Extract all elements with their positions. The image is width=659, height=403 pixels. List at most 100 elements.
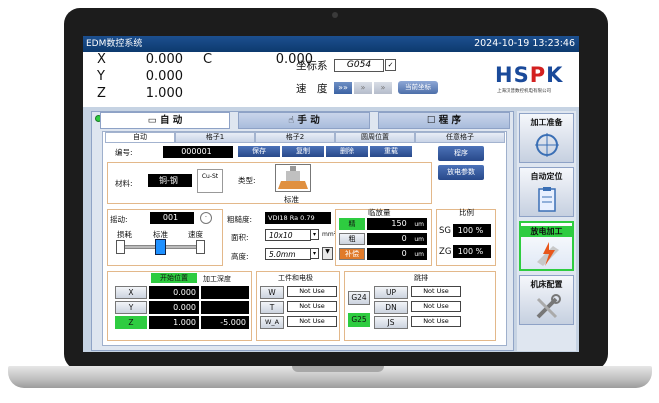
area-label: 面积: xyxy=(231,233,249,242)
height-label: 高度: xyxy=(231,252,249,261)
ratio-sg-value[interactable]: 100 % xyxy=(453,224,491,237)
app-title: EDM数控系统 xyxy=(86,39,143,49)
menu-auto-locate[interactable]: 自动定位 xyxy=(519,167,574,217)
material-value[interactable]: 铜-钢 xyxy=(148,174,192,187)
electrode-type-icon[interactable] xyxy=(275,164,311,192)
axis-z-button[interactable]: Z xyxy=(115,316,147,329)
coord-system-select[interactable]: G054 xyxy=(334,59,384,72)
logo-text-a: HS xyxy=(495,63,530,87)
start-z-value[interactable]: 1.000 xyxy=(149,316,199,329)
number-value[interactable]: 000001 xyxy=(163,146,233,158)
chevron-down-icon[interactable]: ▾ xyxy=(310,229,319,240)
jump-up-button[interactable]: UP xyxy=(374,286,408,299)
jump-up-value[interactable]: Not Use xyxy=(411,286,461,297)
subtab-grid1[interactable]: 格子1 xyxy=(175,132,255,143)
tab-program-label: 程 序 xyxy=(438,115,462,126)
ratio-zg-value[interactable]: 100 % xyxy=(453,245,491,258)
height-tool-icon[interactable]: ▼ xyxy=(322,247,333,260)
allowance-fine-unit: um xyxy=(414,221,424,228)
jump-dn-value[interactable]: Not Use xyxy=(411,301,461,312)
jump-title: 跳排 xyxy=(414,274,428,282)
speed-mid-button[interactable]: » xyxy=(354,82,372,94)
allowance-rough-unit: um xyxy=(414,236,424,243)
menu-discharge[interactable]: 放电加工 xyxy=(519,221,574,271)
subtab-circle-pos[interactable]: 圆周位置 xyxy=(335,132,415,143)
subtab-any-grid[interactable]: 任意格子 xyxy=(415,132,505,143)
chevron-down-icon[interactable]: ▾ xyxy=(310,248,319,259)
save-button[interactable]: 保存 xyxy=(238,146,280,157)
tab-auto[interactable]: ▭ 自 动 xyxy=(100,112,230,129)
speed-fast-button[interactable]: »» xyxy=(334,82,352,94)
coordinate-panel: X 0.000 Y 0.000 Z 1.000 C 0.000 坐标系 G054… xyxy=(83,52,579,107)
tab-manual[interactable]: ☝ 手 动 xyxy=(238,112,370,129)
allowance-rough-label[interactable]: 粗 xyxy=(339,233,365,245)
g24-button[interactable]: G24 xyxy=(348,291,370,305)
workpiece-w-value[interactable]: Not Use xyxy=(287,286,337,297)
swing-value[interactable]: 001 xyxy=(150,212,194,224)
discharge-params-button[interactable]: 放电参数 xyxy=(438,165,484,180)
monitor-icon: ▭ xyxy=(147,115,160,126)
roughness-value[interactable]: VDI18 Ra 0.79 xyxy=(265,212,331,224)
menu-machine-config[interactable]: 机床配置 xyxy=(519,275,574,325)
logo-text-b: P xyxy=(529,63,547,87)
reload-button[interactable]: 重载 xyxy=(370,146,412,157)
jump-dn-button[interactable]: DN xyxy=(374,301,408,314)
start-pos-header: 开始位置 xyxy=(151,273,197,283)
subtab-auto[interactable]: 自动 xyxy=(105,132,175,143)
menu-machining-prep[interactable]: 加工准备 xyxy=(519,113,574,163)
ratio-zg-label: ZG xyxy=(439,247,452,257)
swing-info-icon[interactable]: · xyxy=(200,212,212,224)
delete-button[interactable]: 删除 xyxy=(326,146,368,157)
workpiece-t-button[interactable]: T xyxy=(260,301,284,314)
y-axis-value: 0.000 xyxy=(145,69,183,84)
main-tabs: ▭ 自 动 ☝ 手 动 ☐ 程 序 xyxy=(92,112,513,129)
allowance-fine-value[interactable]: 150 um xyxy=(367,218,427,230)
jump-js-value[interactable]: Not Use xyxy=(411,316,461,327)
subtab-grid2[interactable]: 格子2 xyxy=(255,132,335,143)
workpiece-w-button[interactable]: W xyxy=(260,286,284,299)
program-button[interactable]: 程序 xyxy=(438,146,484,161)
start-y-value[interactable]: 0.000 xyxy=(149,301,199,314)
tab-auto-label: 自 动 xyxy=(159,115,183,126)
depth-z-value[interactable]: -5.000 xyxy=(201,316,249,329)
axis-y-button[interactable]: Y xyxy=(115,301,147,314)
workpiece-wa-button[interactable]: W_A xyxy=(260,316,284,329)
allowance-comp-label[interactable]: 补偿 xyxy=(339,248,365,260)
axis-x-button[interactable]: X xyxy=(115,286,147,299)
logo-subtitle: 上海汉普数控机电有限公司 xyxy=(497,89,551,94)
electrode-shape-icon xyxy=(278,166,308,189)
tab-manual-label: 手 动 xyxy=(297,115,320,126)
auto-content: 自动 格子1 格子2 圆周位置 任意格子 编号: 000001 保存 复制 删除… xyxy=(102,131,507,346)
mode-slider-thumb[interactable] xyxy=(155,239,166,255)
workpiece-t-value[interactable]: Not Use xyxy=(287,301,337,312)
area-select[interactable]: 10x10 xyxy=(265,229,311,241)
menu-discharge-label: 放电加工 xyxy=(521,226,572,237)
allowance-comp-num: 0 xyxy=(401,249,407,258)
jump-js-button[interactable]: JS xyxy=(374,316,408,329)
workpiece-wa-value[interactable]: Not Use xyxy=(287,316,337,327)
speed-mode-label: 速度 xyxy=(188,230,203,239)
depth-x-value[interactable] xyxy=(201,286,249,299)
menu-machine-config-label: 机床配置 xyxy=(530,280,563,289)
start-x-value[interactable]: 0.000 xyxy=(149,286,199,299)
copy-button[interactable]: 复制 xyxy=(282,146,324,157)
allowance-rough-value[interactable]: 0 um xyxy=(367,233,427,245)
speed-slow-button[interactable]: » xyxy=(374,82,392,94)
chevron-down-icon[interactable]: ✓ xyxy=(385,59,396,71)
brand-logo: HSPK xyxy=(495,63,563,87)
current-coord-button[interactable]: 当前坐标 xyxy=(398,81,438,94)
g25-button[interactable]: G25 xyxy=(348,313,370,327)
main-panel: ▭ 自 动 ☝ 手 动 ☐ 程 序 自动 格子1 格子2 圆周位置 任意格子 编… xyxy=(91,111,514,351)
depth-y-value[interactable] xyxy=(201,301,249,314)
ratio-title: 比例 xyxy=(459,208,474,217)
roughness-label: 粗糙度: xyxy=(227,215,253,224)
material-icon[interactable]: Cu-St xyxy=(197,169,223,193)
allowance-comp-value[interactable]: 0 um xyxy=(367,248,427,260)
right-menu: 加工准备 自动定位 放电加工 机床配置 xyxy=(517,111,576,351)
height-select[interactable]: 5.0mm xyxy=(265,248,311,260)
ratio-sg-label: SG xyxy=(439,226,451,236)
allowance-fine-label[interactable]: 精 xyxy=(339,218,365,230)
sub-tabs: 自动 格子1 格子2 圆周位置 任意格子 xyxy=(103,132,506,143)
tab-program[interactable]: ☐ 程 序 xyxy=(378,112,510,129)
area-unit: mm² xyxy=(322,231,337,238)
